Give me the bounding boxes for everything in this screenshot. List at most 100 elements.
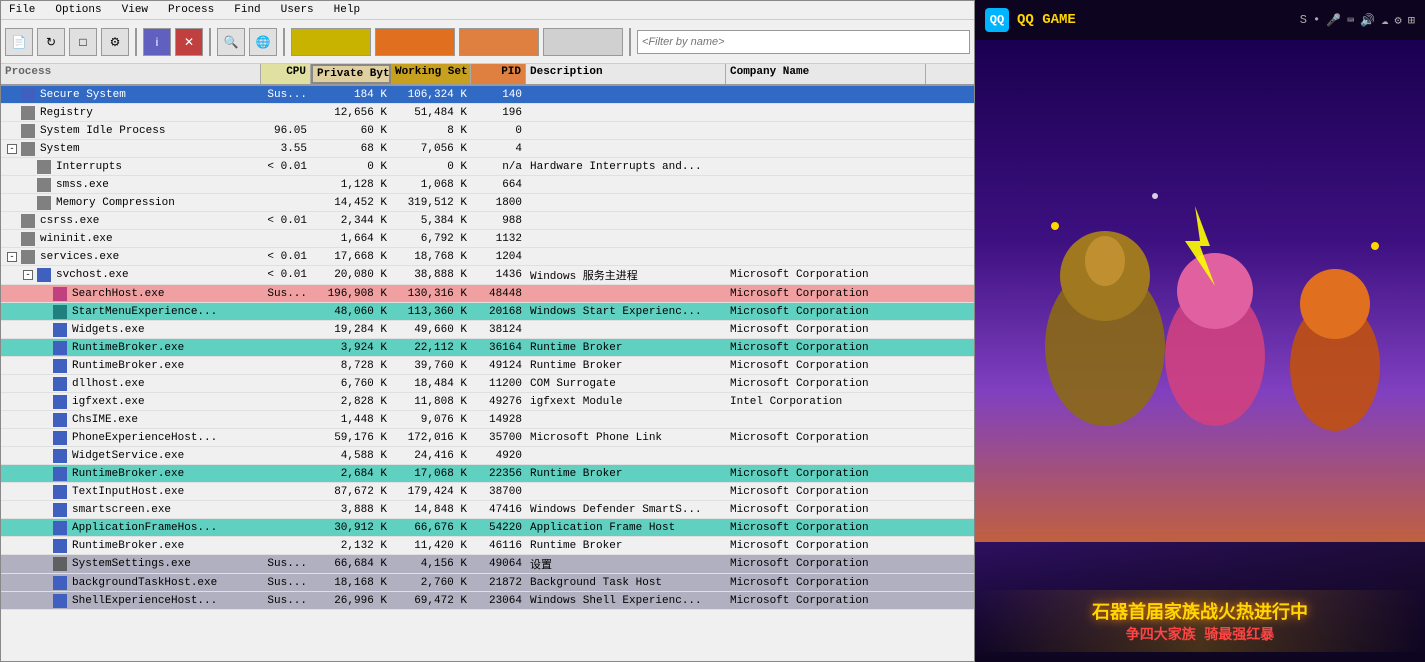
stop-btn[interactable]: ✕ bbox=[175, 28, 203, 56]
table-row[interactable]: igfxext.exe 2,828 K 11,808 K 49276 igfxe… bbox=[1, 393, 974, 411]
company: Microsoft Corporation bbox=[726, 268, 926, 282]
th-process[interactable]: Process bbox=[1, 64, 261, 84]
company bbox=[726, 256, 926, 258]
process-name: System Idle Process bbox=[1, 123, 261, 139]
ad-icon8[interactable]: ⊞ bbox=[1408, 13, 1415, 28]
table-row[interactable]: StartMenuExperience... 48,060 K 113,360 … bbox=[1, 303, 974, 321]
expand-btn[interactable]: - bbox=[7, 252, 17, 262]
expand-btn[interactable]: - bbox=[23, 270, 33, 280]
private-bytes: 14,452 K bbox=[311, 196, 391, 210]
expand-btn[interactable]: - bbox=[7, 144, 17, 154]
filter-input[interactable] bbox=[637, 30, 970, 54]
table-row[interactable]: System Idle Process 96.05 60 K 8 K 0 bbox=[1, 122, 974, 140]
table-row[interactable]: Interrupts < 0.01 0 K 0 K n/a Hardware I… bbox=[1, 158, 974, 176]
table-row[interactable]: Memory Compression 14,452 K 319,512 K 18… bbox=[1, 194, 974, 212]
menu-help[interactable]: Help bbox=[330, 3, 364, 17]
table-row[interactable]: ChsIME.exe 1,448 K 9,076 K 14928 bbox=[1, 411, 974, 429]
process-icon bbox=[53, 467, 67, 481]
working-set: 11,808 K bbox=[391, 395, 471, 409]
table-row[interactable]: TextInputHost.exe 87,672 K 179,424 K 387… bbox=[1, 483, 974, 501]
ad-icon2[interactable]: • bbox=[1313, 13, 1320, 28]
refresh-btn[interactable]: ↻ bbox=[37, 28, 65, 56]
table-row[interactable]: RuntimeBroker.exe 3,924 K 22,112 K 36164… bbox=[1, 339, 974, 357]
table-row[interactable]: Secure System Sus... 184 K 106,324 K 140 bbox=[1, 86, 974, 104]
menu-options[interactable]: Options bbox=[51, 3, 105, 17]
table-row[interactable]: RuntimeBroker.exe 8,728 K 39,760 K 49124… bbox=[1, 357, 974, 375]
table-row[interactable]: wininit.exe 1,664 K 6,792 K 1132 bbox=[1, 230, 974, 248]
table-row[interactable]: PhoneExperienceHost... 59,176 K 172,016 … bbox=[1, 429, 974, 447]
table-header: Process CPU Private Bytes Working Set PI… bbox=[1, 64, 974, 86]
process-name: StartMenuExperience... bbox=[1, 304, 261, 320]
working-set: 39,760 K bbox=[391, 359, 471, 373]
th-private[interactable]: Private Bytes bbox=[311, 64, 391, 84]
process-table[interactable]: Process CPU Private Bytes Working Set PI… bbox=[1, 64, 974, 661]
table-row[interactable]: dllhost.exe 6,760 K 18,484 K 11200 COM S… bbox=[1, 375, 974, 393]
table-row[interactable]: ShellExperienceHost... Sus... 26,996 K 6… bbox=[1, 592, 974, 610]
table-row[interactable]: SearchHost.exe Sus... 196,908 K 130,316 … bbox=[1, 285, 974, 303]
table-row[interactable]: backgroundTaskHost.exe Sus... 18,168 K 2… bbox=[1, 574, 974, 592]
description bbox=[526, 238, 726, 240]
table-row[interactable]: WidgetService.exe 4,588 K 24,416 K 4920 bbox=[1, 447, 974, 465]
table-row[interactable]: - services.exe < 0.01 17,668 K 18,768 K … bbox=[1, 248, 974, 266]
main-window: File Options View Process Find Users Hel… bbox=[0, 0, 975, 662]
ad-icon5[interactable]: 🔊 bbox=[1360, 13, 1375, 28]
process-name-text: igfxext.exe bbox=[72, 396, 145, 408]
info-btn[interactable]: i bbox=[143, 28, 171, 56]
menu-file[interactable]: File bbox=[5, 3, 39, 17]
table-body: Secure System Sus... 184 K 106,324 K 140… bbox=[1, 86, 974, 610]
process-name: SearchHost.exe bbox=[1, 286, 261, 302]
company: Microsoft Corporation bbox=[726, 539, 926, 553]
new-process-btn[interactable]: 📄 bbox=[5, 28, 33, 56]
private-bytes: 2,684 K bbox=[311, 467, 391, 481]
company: Microsoft Corporation bbox=[726, 594, 926, 608]
table-row[interactable]: smss.exe 1,128 K 1,068 K 664 bbox=[1, 176, 974, 194]
table-row[interactable]: - svchost.exe < 0.01 20,080 K 38,888 K 1… bbox=[1, 266, 974, 285]
table-row[interactable]: RuntimeBroker.exe 2,684 K 17,068 K 22356… bbox=[1, 465, 974, 483]
th-working[interactable]: Working Set bbox=[391, 64, 471, 84]
th-pid[interactable]: PID bbox=[471, 64, 526, 84]
table-row[interactable]: Registry 12,656 K 51,484 K 196 bbox=[1, 104, 974, 122]
process-name: RuntimeBroker.exe bbox=[1, 340, 261, 356]
working-set: 38,888 K bbox=[391, 268, 471, 282]
ad-icon1[interactable]: S bbox=[1300, 13, 1307, 28]
table-row[interactable]: Widgets.exe 19,284 K 49,660 K 38124 Micr… bbox=[1, 321, 974, 339]
ad-icon6[interactable]: ☁ bbox=[1381, 13, 1388, 28]
process-icon bbox=[21, 124, 35, 138]
process-name-text: TextInputHost.exe bbox=[72, 486, 184, 498]
th-desc[interactable]: Description bbox=[526, 64, 726, 84]
pid-value: 22356 bbox=[471, 467, 526, 481]
th-company[interactable]: Company Name bbox=[726, 64, 926, 84]
process-name-text: RuntimeBroker.exe bbox=[72, 342, 184, 354]
network-btn[interactable]: 🌐 bbox=[249, 28, 277, 56]
table-row[interactable]: csrss.exe < 0.01 2,344 K 5,384 K 988 bbox=[1, 212, 974, 230]
cpu-graph bbox=[291, 28, 371, 56]
th-cpu[interactable]: CPU bbox=[261, 64, 311, 84]
cpu-value: Sus... bbox=[261, 557, 311, 571]
menu-process[interactable]: Process bbox=[164, 3, 218, 17]
process-icon bbox=[53, 539, 67, 553]
working-set: 2,760 K bbox=[391, 576, 471, 590]
company: Microsoft Corporation bbox=[726, 287, 926, 301]
menu-view[interactable]: View bbox=[118, 3, 152, 17]
table-row[interactable]: - System 3.55 68 K 7,056 K 4 bbox=[1, 140, 974, 158]
settings-btn[interactable]: ⚙ bbox=[101, 28, 129, 56]
sep3 bbox=[283, 28, 285, 56]
table-row[interactable]: smartscreen.exe 3,888 K 14,848 K 47416 W… bbox=[1, 501, 974, 519]
working-set: 18,768 K bbox=[391, 250, 471, 264]
pid-value: 988 bbox=[471, 214, 526, 228]
ad-icon7[interactable]: ⚙ bbox=[1395, 13, 1402, 28]
description: 设置 bbox=[526, 555, 726, 573]
pid-value: 54220 bbox=[471, 521, 526, 535]
ad-icon3[interactable]: 🎤 bbox=[1326, 13, 1341, 28]
search-btn[interactable]: 🔍 bbox=[217, 28, 245, 56]
cpu-value bbox=[261, 311, 311, 313]
table-row[interactable]: ApplicationFrameHos... 30,912 K 66,676 K… bbox=[1, 519, 974, 537]
minimize-btn[interactable]: □ bbox=[69, 28, 97, 56]
menu-find[interactable]: Find bbox=[230, 3, 264, 17]
menu-users[interactable]: Users bbox=[277, 3, 318, 17]
process-name: RuntimeBroker.exe bbox=[1, 466, 261, 482]
table-row[interactable]: RuntimeBroker.exe 2,132 K 11,420 K 46116… bbox=[1, 537, 974, 555]
table-row[interactable]: SystemSettings.exe Sus... 66,684 K 4,156… bbox=[1, 555, 974, 574]
ad-icon4[interactable]: ⌨ bbox=[1347, 13, 1354, 28]
working-set: 106,324 K bbox=[391, 88, 471, 102]
